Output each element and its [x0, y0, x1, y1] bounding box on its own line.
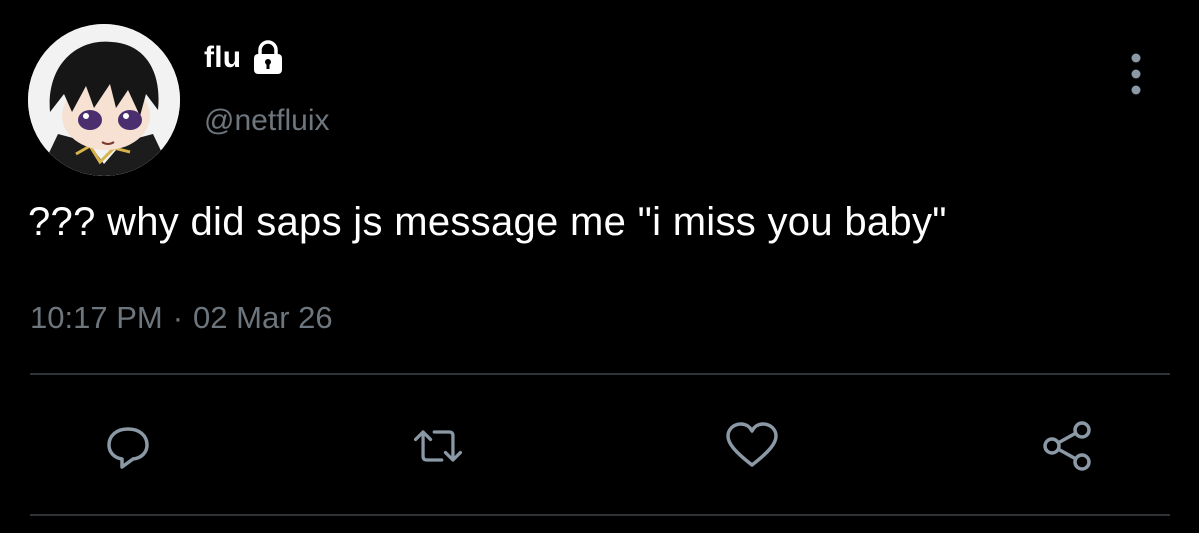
- reply-button[interactable]: [100, 418, 156, 474]
- tweet-text: ??? why did saps js message me "i miss y…: [28, 200, 947, 244]
- like-button[interactable]: [724, 418, 780, 474]
- more-vertical-icon[interactable]: [1122, 52, 1150, 96]
- bottom-divider: [30, 514, 1170, 516]
- heart-icon: [726, 422, 778, 467]
- share-icon: [1043, 421, 1091, 471]
- lock-icon: [251, 40, 285, 76]
- reply-icon: [107, 427, 149, 469]
- share-button[interactable]: [1040, 418, 1096, 474]
- tweet-timestamp[interactable]: 10:17 PM · 02 Mar 26: [30, 300, 333, 336]
- timestamp-separator: ·: [172, 300, 184, 335]
- avatar-image: [28, 24, 180, 176]
- tweet-date: 02 Mar 26: [193, 300, 333, 335]
- tweet-card: flu @netfluix ??? why did saps js messag…: [0, 0, 1199, 533]
- tweet-time: 10:17 PM: [30, 300, 163, 335]
- author-name-row: flu: [204, 40, 285, 76]
- author-display-name[interactable]: flu: [204, 41, 241, 75]
- divider: [30, 373, 1170, 375]
- avatar[interactable]: [28, 24, 180, 176]
- retweet-button[interactable]: [410, 418, 466, 474]
- author-handle[interactable]: @netfluix: [204, 104, 330, 138]
- retweet-icon: [413, 430, 463, 462]
